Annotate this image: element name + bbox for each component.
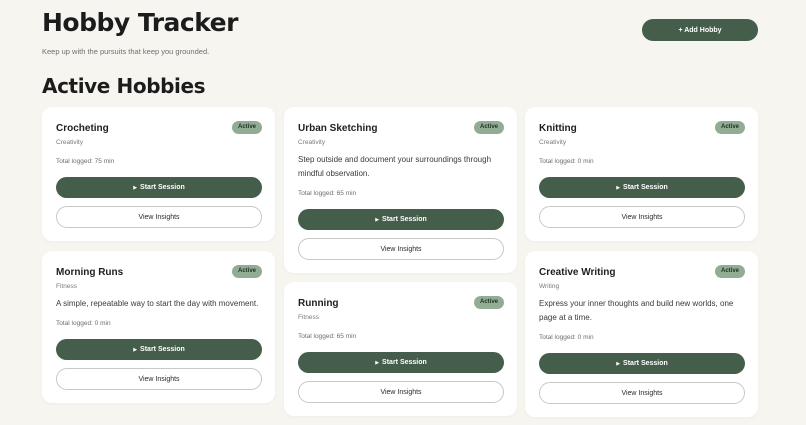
play-icon: ▶ [133,346,138,353]
hobby-name: Morning Runs [56,267,124,278]
total-logged: Total logged: 0 min [539,158,594,165]
start-session-button[interactable]: ▶ Start Session [56,339,262,360]
play-icon: ▶ [616,360,621,367]
view-insights-button[interactable]: View Insights [56,206,262,228]
page-subtitle: Keep up with the pursuits that keep you … [42,47,210,56]
hobby-category: Fitness [56,283,77,290]
total-logged: Total logged: 65 min [298,190,357,197]
add-hobby-button[interactable]: + Add Hobby [642,19,758,41]
total-logged: Total logged: 0 min [539,334,594,341]
hobby-category: Creativity [539,139,567,146]
view-insights-button[interactable]: View Insights [56,368,262,390]
view-insights-button[interactable]: View Insights [298,381,504,403]
hobby-name: Crocheting [56,123,109,134]
play-icon: ▶ [375,216,380,223]
hobby-card: Knitting Active Creativity Total logged:… [525,107,758,241]
total-logged: Total logged: 65 min [298,333,357,340]
hobby-card: Urban Sketching Active Creativity Step o… [284,107,517,273]
play-icon: ▶ [133,184,138,191]
view-insights-button[interactable]: View Insights [298,238,504,260]
total-logged: Total logged: 75 min [56,158,115,165]
start-session-label: Start Session [623,360,668,367]
page-title: Hobby Tracker [42,8,238,37]
hobby-name: Running [298,298,339,309]
start-session-label: Start Session [382,216,427,223]
start-session-label: Start Session [623,184,668,191]
hobby-category: Creativity [298,139,326,146]
section-title: Active Hobbies [42,74,206,98]
play-icon: ▶ [616,184,621,191]
hobby-description: Express your inner thoughts and build ne… [539,299,734,322]
hobby-card: Morning Runs Active Fitness A simple, re… [42,251,275,403]
start-session-button[interactable]: ▶ Start Session [56,177,262,198]
total-logged: Total logged: 0 min [56,320,111,327]
status-badge: Active [473,121,504,134]
status-badge: Active [231,265,262,278]
start-session-label: Start Session [140,346,185,353]
start-session-button[interactable]: ▶ Start Session [539,353,745,374]
start-session-button[interactable]: ▶ Start Session [539,177,745,198]
status-badge: Active [714,121,745,134]
hobby-card: Running Active Fitness Total logged: 65 … [284,282,517,416]
hobby-card: Crocheting Active Creativity Total logge… [42,107,275,241]
hobby-category: Writing [539,283,560,290]
start-session-label: Start Session [140,184,185,191]
status-badge: Active [714,265,745,278]
hobby-name: Creative Writing [539,267,616,278]
hobby-name: Knitting [539,123,577,134]
play-icon: ▶ [375,359,380,366]
start-session-button[interactable]: ▶ Start Session [298,209,504,230]
hobby-name: Urban Sketching [298,123,378,134]
hobby-description: Step outside and document your surroundi… [298,155,492,178]
status-badge: Active [473,296,504,309]
hobby-category: Creativity [56,139,84,146]
start-session-label: Start Session [382,359,427,366]
hobby-category: Fitness [298,314,319,321]
hobby-description: A simple, repeatable way to start the da… [56,299,259,308]
view-insights-button[interactable]: View Insights [539,382,745,404]
start-session-button[interactable]: ▶ Start Session [298,352,504,373]
view-insights-button[interactable]: View Insights [539,206,745,228]
status-badge: Active [231,121,262,134]
hobby-card: Creative Writing Active Writing Express … [525,251,758,417]
